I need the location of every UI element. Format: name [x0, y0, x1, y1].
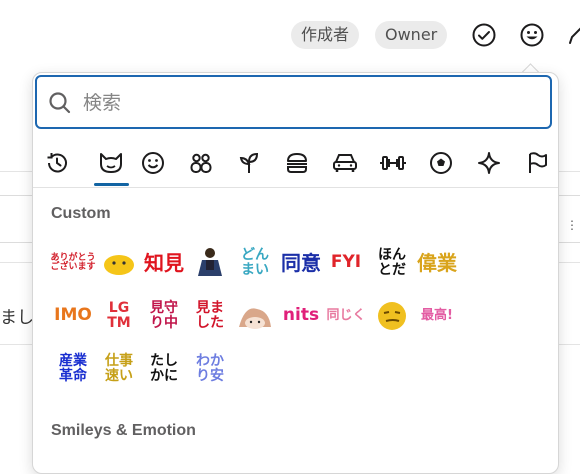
custom-emoji[interactable]: FYI [326, 243, 366, 283]
history-icon[interactable] [41, 147, 73, 179]
sprout-icon[interactable] [233, 147, 265, 179]
custom-emoji[interactable]: ほん とだ [372, 243, 412, 283]
custom-emoji[interactable]: どん まい [235, 243, 275, 283]
custom-emoji[interactable]: わか り安 [190, 349, 230, 389]
section-title-smileys: Smileys & Emotion [51, 422, 196, 439]
edit-pencil-icon[interactable] [564, 21, 580, 49]
search-input[interactable] [81, 87, 535, 119]
custom-emoji[interactable]: 仕事 速い [99, 349, 139, 389]
search-field[interactable] [35, 75, 552, 129]
burger-icon[interactable] [281, 147, 313, 179]
active-category-indicator [94, 183, 129, 186]
custom-emoji[interactable]: 最高! [417, 296, 457, 336]
custom-emoji[interactable] [372, 296, 412, 336]
custom-emoji[interactable]: 知見 [144, 243, 184, 283]
custom-emoji[interactable]: 見守 り中 [144, 296, 184, 336]
section-title-custom: Custom [51, 205, 111, 222]
author-badge: 作成者 [291, 21, 360, 49]
custom-emoji[interactable]: 産業 革命 [53, 349, 93, 389]
dumbbell-icon[interactable] [377, 147, 409, 179]
custom-emoji[interactable]: 見ま した [190, 296, 230, 336]
custom-emoji[interactable]: IMO [53, 296, 93, 336]
scrollbar[interactable] [550, 197, 554, 447]
emoji-picker: Custom ありがとう ございます 知見 どん まい同意FYIほん とだ偉業 IMO… [32, 72, 559, 474]
owner-badge: Owner [375, 21, 448, 49]
custom-emoji[interactable]: 同意 [281, 243, 321, 283]
add-reaction-icon[interactable] [518, 21, 546, 49]
checkmark-circle-icon[interactable] [470, 21, 498, 49]
soccer-ball-icon[interactable] [425, 147, 457, 179]
people-icon[interactable] [185, 147, 217, 179]
custom-emoji[interactable]: ありがとう ございます [51, 243, 96, 283]
search-icon [49, 92, 71, 114]
custom-emoji[interactable]: たし かに [144, 349, 184, 389]
car-icon[interactable] [329, 147, 361, 179]
sparkle-icon[interactable] [473, 147, 505, 179]
category-tabs [33, 137, 558, 188]
custom-emoji[interactable]: 偉業 [417, 243, 457, 283]
ellipsis-icon: ⋮ [566, 218, 578, 232]
smiley-icon[interactable] [137, 147, 169, 179]
custom-emoji[interactable]: nits [281, 296, 321, 336]
custom-emoji[interactable] [235, 296, 275, 336]
cat-face-icon[interactable] [95, 147, 127, 179]
custom-emoji[interactable] [99, 243, 139, 283]
background-message-text: まし [0, 308, 34, 328]
custom-emoji[interactable] [190, 243, 230, 283]
flag-icon[interactable] [521, 147, 553, 179]
custom-emoji[interactable]: LG TM [99, 296, 139, 336]
custom-emoji[interactable]: 同じく [326, 296, 366, 336]
